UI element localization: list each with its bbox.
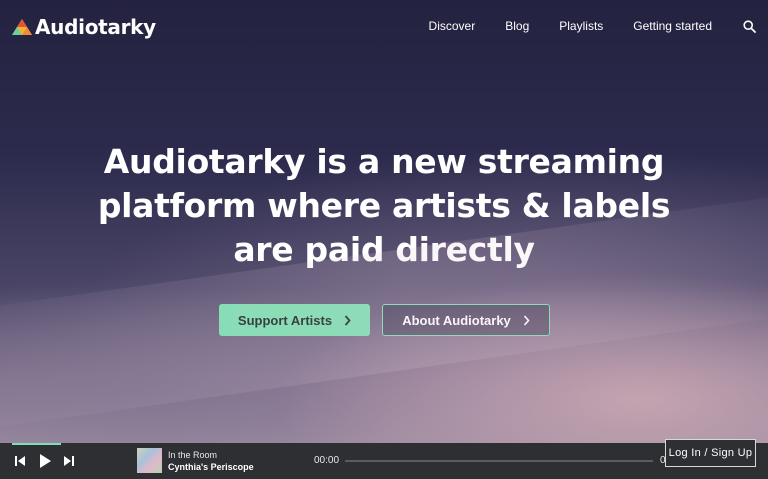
- brand-name: Audiotarky: [35, 15, 156, 39]
- logo-icon: [12, 19, 32, 35]
- hero-headline: Audiotarky is a new streaming platform w…: [97, 142, 671, 269]
- about-audiotarky-button[interactable]: About Audiotarky: [382, 304, 550, 336]
- audio-player: In the Room Cynthia's Periscope 00:00 0: [0, 443, 768, 479]
- nav-playlists[interactable]: Playlists: [559, 19, 603, 33]
- next-track-icon[interactable]: [63, 454, 75, 468]
- hero-section: Audiotarky Discover Blog Playlists Getti…: [0, 0, 768, 443]
- support-artists-label: Support Artists: [237, 312, 333, 328]
- about-audiotarky-label: About Audiotarky: [402, 312, 511, 328]
- track-title: In the Room: [168, 450, 218, 460]
- chevron-right-icon: [344, 314, 351, 326]
- search-icon[interactable]: [743, 19, 756, 33]
- login-signup-button[interactable]: Log In / Sign Up: [665, 439, 756, 467]
- previous-track-icon[interactable]: [14, 454, 26, 468]
- track-artist[interactable]: Cynthia's Periscope: [168, 462, 254, 472]
- album-cover[interactable]: [137, 448, 162, 473]
- nav-getting-started[interactable]: Getting started: [633, 19, 712, 33]
- main-nav: Discover Blog Playlists Getting started: [429, 19, 756, 33]
- nav-discover[interactable]: Discover: [429, 19, 476, 33]
- seek-bar[interactable]: [345, 460, 653, 462]
- current-time: 00:00: [314, 455, 340, 466]
- chevron-right-icon: [523, 314, 530, 326]
- brand-logo[interactable]: Audiotarky: [11, 14, 156, 40]
- support-artists-button[interactable]: Support Artists: [219, 304, 370, 336]
- nav-blog[interactable]: Blog: [505, 19, 529, 33]
- player-accent-bar: [12, 443, 61, 445]
- play-icon[interactable]: [38, 453, 52, 469]
